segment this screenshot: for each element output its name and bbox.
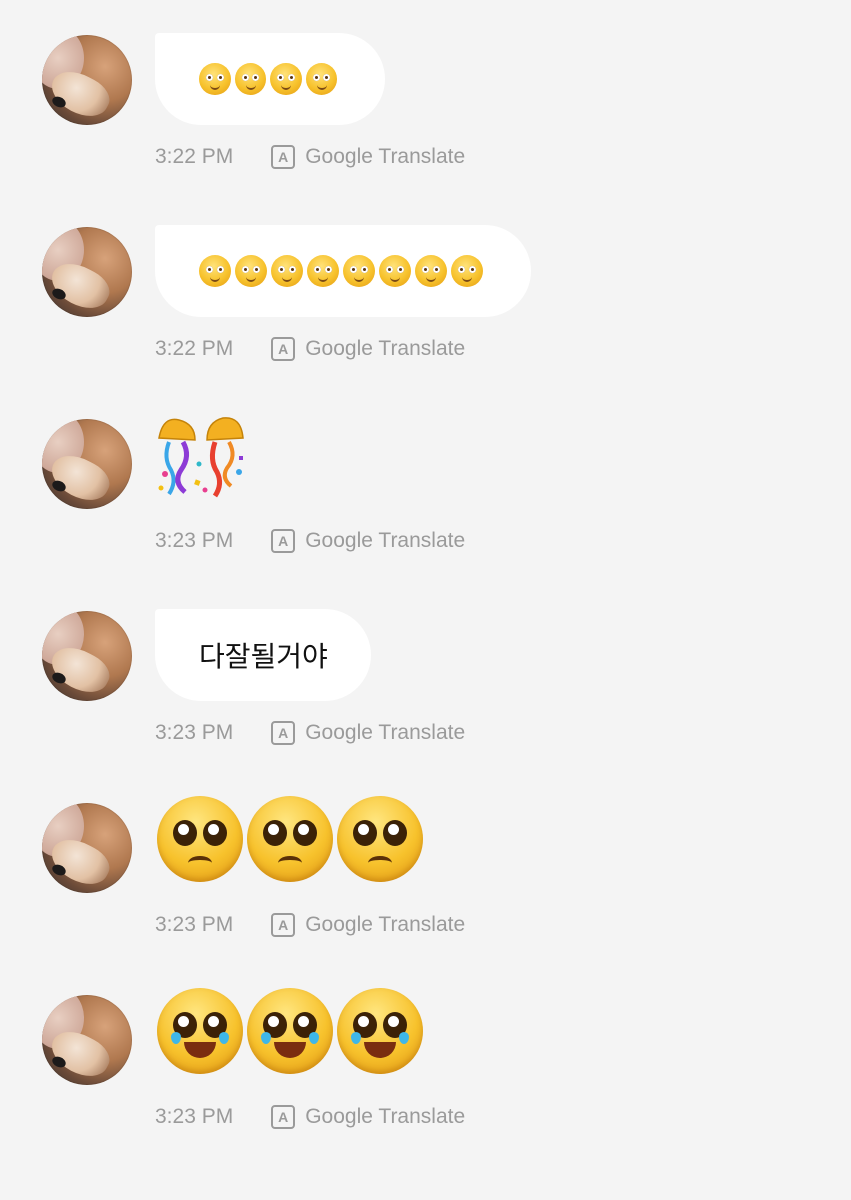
message-time: 3:22 PM bbox=[155, 337, 234, 360]
message-bubble[interactable] bbox=[155, 33, 385, 125]
smiling-face-with-tear-emoji bbox=[305, 63, 337, 95]
face-holding-back-tears-icon bbox=[247, 988, 333, 1074]
message-row: 3:23 PM A Google Translate bbox=[0, 384, 851, 576]
message-row: 다잘될거야 3:23 PM A Google Translate bbox=[0, 576, 851, 768]
message-time: 3:23 PM bbox=[155, 913, 234, 936]
message-time: 3:23 PM bbox=[155, 529, 234, 552]
message-meta: 3:23 PM A Google Translate bbox=[155, 913, 465, 937]
sender-avatar[interactable] bbox=[42, 995, 132, 1085]
message-meta: 3:23 PM A Google Translate bbox=[155, 529, 465, 553]
smiling-face-with-tear-emoji bbox=[270, 63, 302, 95]
message-row: 3:22 PM A Google Translate bbox=[0, 192, 851, 384]
message-row: 3:23 PM A Google Translate bbox=[0, 960, 851, 1152]
message-text: 다잘될거야 bbox=[199, 640, 328, 673]
translate-icon[interactable]: A bbox=[271, 913, 296, 937]
emoji-message[interactable] bbox=[157, 988, 427, 1074]
message-meta: 3:22 PM A Google Translate bbox=[155, 145, 465, 169]
pleading-face-icon bbox=[337, 796, 423, 882]
face-holding-back-tears-icon bbox=[337, 988, 423, 1074]
message-bubble[interactable] bbox=[155, 225, 531, 317]
message-meta: 3:23 PM A Google Translate bbox=[155, 721, 465, 745]
smiling-face-with-tear-emoji bbox=[415, 255, 447, 287]
sender-avatar[interactable] bbox=[42, 35, 132, 125]
smiling-face-with-tear-emoji bbox=[235, 255, 267, 287]
smiling-face-with-tear-emoji bbox=[234, 63, 266, 95]
smiling-face-with-tear-emoji bbox=[199, 63, 231, 95]
message-meta: 3:22 PM A Google Translate bbox=[155, 337, 465, 361]
translate-icon[interactable]: A bbox=[271, 337, 296, 361]
sender-avatar[interactable] bbox=[42, 227, 132, 317]
translate-link[interactable]: Google Translate bbox=[305, 529, 465, 553]
translate-icon[interactable]: A bbox=[271, 721, 296, 745]
message-time: 3:23 PM bbox=[155, 1105, 234, 1128]
translate-link[interactable]: Google Translate bbox=[305, 337, 465, 361]
translate-icon[interactable]: A bbox=[271, 1105, 296, 1129]
message-row: 3:22 PM A Google Translate bbox=[0, 0, 851, 192]
smiling-face-with-tear-emoji bbox=[451, 255, 483, 287]
message-row: 3:23 PM A Google Translate bbox=[0, 768, 851, 960]
translate-icon[interactable]: A bbox=[271, 145, 296, 169]
translate-link[interactable]: Google Translate bbox=[305, 913, 465, 937]
translate-icon[interactable]: A bbox=[271, 529, 296, 553]
pleading-face-icon bbox=[157, 796, 243, 882]
sender-avatar[interactable] bbox=[42, 803, 132, 893]
translate-link[interactable]: Google Translate bbox=[305, 145, 465, 169]
smiling-face-with-tear-emoji bbox=[379, 255, 411, 287]
sender-avatar[interactable] bbox=[42, 419, 132, 509]
smiling-face-with-tear-emoji bbox=[199, 255, 231, 287]
smiling-face-with-tear-emoji bbox=[307, 255, 339, 287]
message-time: 3:23 PM bbox=[155, 721, 234, 744]
sender-avatar[interactable] bbox=[42, 611, 132, 701]
translate-link[interactable]: Google Translate bbox=[305, 721, 465, 745]
translate-link[interactable]: Google Translate bbox=[305, 1105, 465, 1129]
smiling-face-with-tear-emoji bbox=[343, 255, 375, 287]
confetti-ball-icon[interactable] bbox=[155, 412, 247, 498]
face-holding-back-tears-icon bbox=[157, 988, 243, 1074]
emoji-message[interactable] bbox=[157, 796, 427, 882]
message-bubble[interactable]: 다잘될거야 bbox=[155, 609, 371, 701]
smiling-face-with-tear-emoji bbox=[271, 255, 303, 287]
pleading-face-icon bbox=[247, 796, 333, 882]
message-time: 3:22 PM bbox=[155, 145, 234, 168]
message-meta: 3:23 PM A Google Translate bbox=[155, 1105, 465, 1129]
